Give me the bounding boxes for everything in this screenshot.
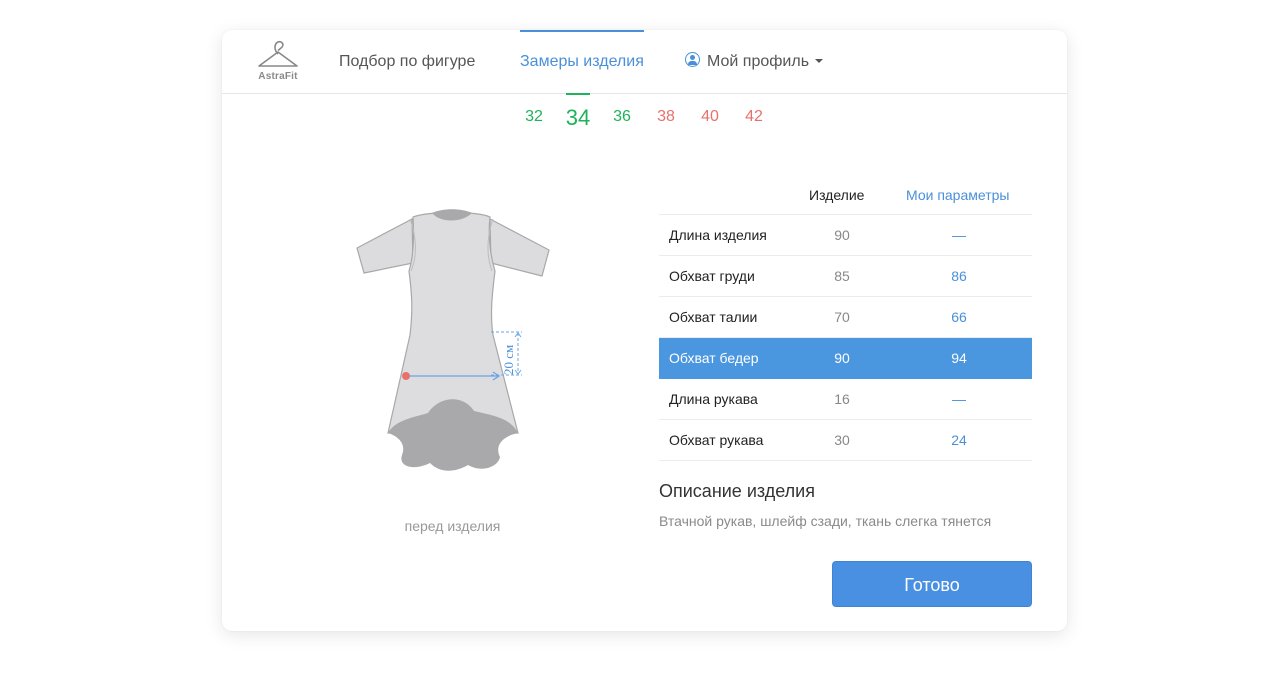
size-option-38[interactable]: 38: [644, 108, 688, 126]
table-row[interactable]: Обхват рукава 30 24: [659, 420, 1032, 461]
top-navigation: AstraFit Подбор по фигуре Замеры изделия…: [222, 30, 1067, 94]
astrafit-logo[interactable]: AstraFit: [254, 40, 302, 84]
row-name: Обхват бедер: [669, 350, 759, 366]
description-title: Описание изделия: [659, 481, 815, 501]
size-chart-card: AstraFit Подбор по фигуре Замеры изделия…: [222, 30, 1067, 631]
hanger-icon: [258, 40, 298, 67]
row-item-value: 70: [834, 309, 850, 325]
column-mine-header[interactable]: Мои параметры: [906, 187, 1009, 203]
dress-drawing: 20 см: [356, 209, 550, 471]
nav-measurements[interactable]: Замеры изделия: [520, 30, 644, 93]
nav-profile-menu[interactable]: Мой профиль: [685, 30, 824, 93]
logo-text: AstraFit: [258, 71, 298, 82]
profile-label: Мой профиль: [707, 53, 810, 70]
table-row[interactable]: Обхват талии 70 66: [659, 297, 1032, 338]
table-row-selected[interactable]: Обхват бедер 90 94: [659, 338, 1032, 379]
measure-label: 20 см: [501, 345, 516, 375]
table-row[interactable]: Длина рукава 16 —: [659, 379, 1032, 420]
row-name: Обхват рукава: [669, 432, 764, 448]
size-option-32[interactable]: 32: [512, 108, 556, 126]
row-mine-value: 86: [951, 268, 967, 284]
measurements-table: Изделие Мои параметры Длина изделия 90 —…: [659, 173, 1032, 461]
nav-fit-by-figure[interactable]: Подбор по фигуре: [339, 30, 475, 93]
row-mine-value: 94: [951, 350, 967, 366]
left-sleeve: [356, 218, 414, 274]
row-item-value: 30: [834, 432, 850, 448]
row-item-value: 90: [834, 227, 850, 243]
table-row[interactable]: Обхват груди 85 86: [659, 256, 1032, 297]
size-option-40[interactable]: 40: [688, 108, 732, 126]
row-name: Обхват груди: [669, 268, 755, 284]
row-name: Обхват талии: [669, 309, 758, 325]
column-item-header: Изделие: [809, 187, 865, 203]
row-item-value: 16: [834, 391, 850, 407]
row-mine-value: —: [952, 391, 966, 407]
right-sleeve: [489, 217, 550, 277]
measure-point: [402, 372, 410, 380]
size-option-42[interactable]: 42: [732, 108, 776, 126]
table-header: Изделие Мои параметры: [659, 173, 1032, 215]
row-mine-value: —: [952, 227, 966, 243]
row-name: Длина изделия: [669, 227, 767, 243]
row-mine-value: 66: [951, 309, 967, 325]
table-row[interactable]: Длина изделия 90 —: [659, 215, 1032, 256]
done-button[interactable]: Готово: [832, 561, 1032, 607]
size-option-34[interactable]: 34: [556, 93, 600, 131]
row-item-value: 85: [834, 268, 850, 284]
description-text: Втачной рукав, шлейф сзади, ткань слегка…: [659, 513, 992, 529]
figure-caption: перед изделия: [404, 518, 501, 534]
row-item-value: 90: [834, 350, 850, 366]
row-name: Длина рукава: [669, 391, 758, 407]
user-icon: [685, 52, 700, 67]
size-option-36[interactable]: 36: [600, 108, 644, 126]
garment-illustration: 20 см: [350, 205, 565, 480]
chevron-down-icon: [815, 59, 824, 63]
row-mine-value: 24: [951, 432, 967, 448]
